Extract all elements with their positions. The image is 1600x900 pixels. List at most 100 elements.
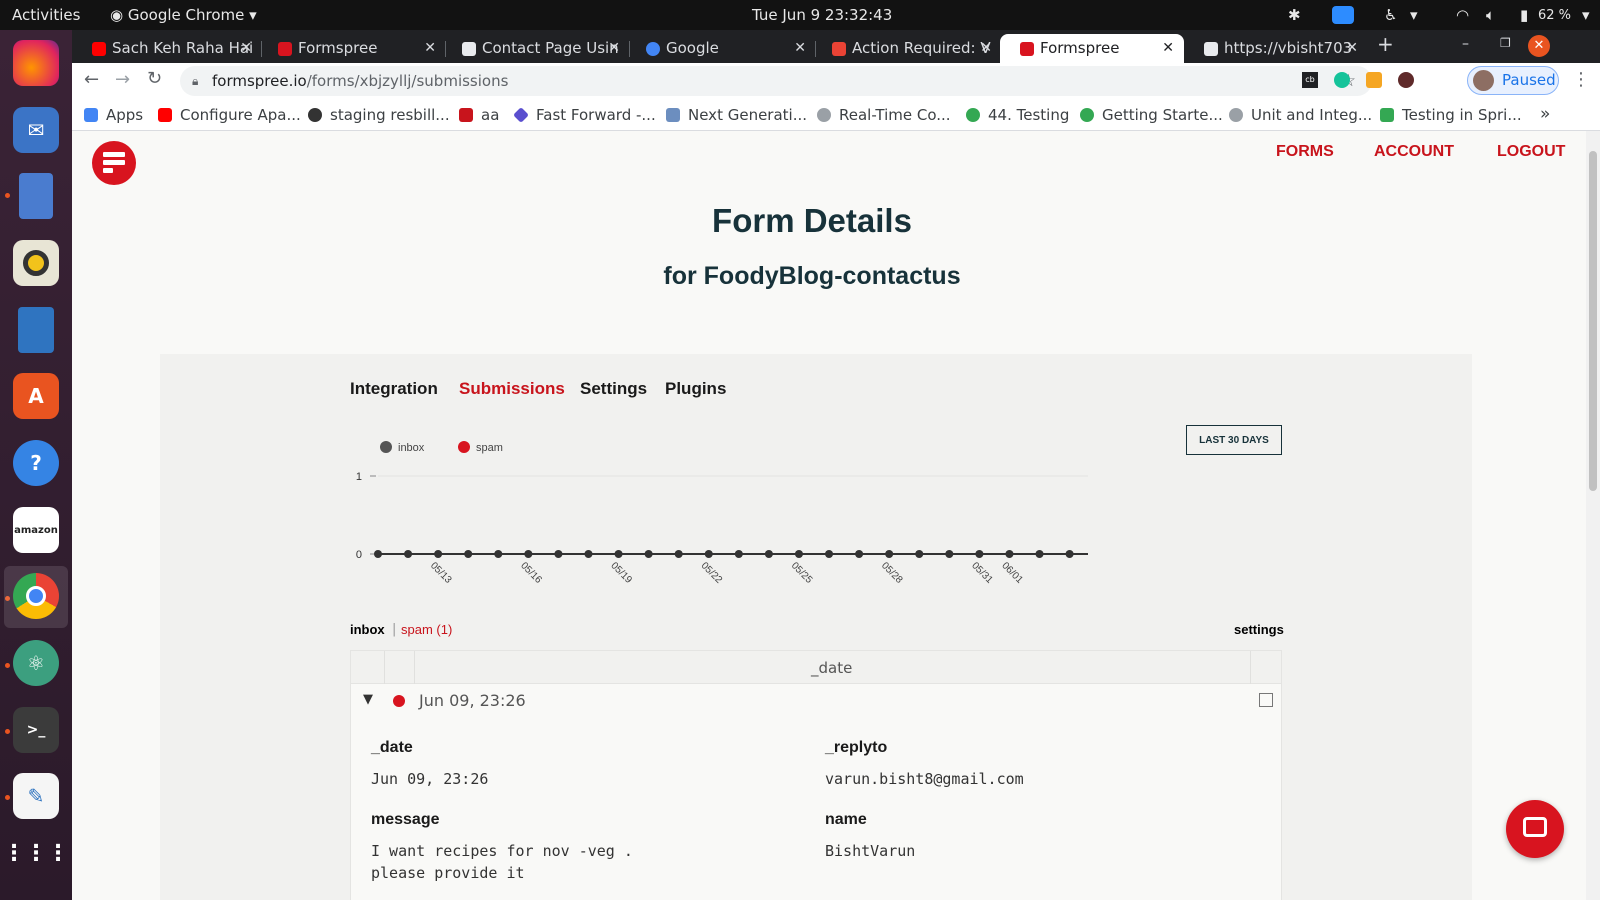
- terminal-icon[interactable]: >_: [13, 707, 59, 753]
- software-icon[interactable]: A: [13, 373, 59, 419]
- extension-icon[interactable]: cb: [1302, 72, 1318, 88]
- chevron-down-icon[interactable]: ▾: [1582, 6, 1590, 24]
- bookmark[interactable]: Fast Forward -...: [513, 106, 656, 124]
- spam-link[interactable]: spam (1): [401, 622, 452, 637]
- files-icon[interactable]: [19, 173, 53, 219]
- cube-icon: [459, 108, 473, 122]
- grammarly-icon[interactable]: [1334, 72, 1350, 88]
- page-subtitle: for FoodyBlog-contactus: [663, 262, 961, 290]
- forward-icon[interactable]: →: [115, 69, 130, 90]
- chrome-icon[interactable]: [13, 573, 59, 619]
- new-tab-button[interactable]: +: [1377, 32, 1394, 56]
- tab[interactable]: Google ✕: [626, 34, 816, 63]
- wifi-icon[interactable]: ◠: [1456, 6, 1469, 24]
- close-icon[interactable]: ✕: [608, 34, 620, 62]
- bookmark[interactable]: Configure Apa...: [158, 106, 301, 124]
- nav-logout[interactable]: LOGOUT: [1497, 143, 1565, 161]
- inbox-link[interactable]: inbox: [350, 622, 385, 637]
- battery-icon[interactable]: ▮: [1520, 6, 1528, 24]
- tab[interactable]: Contact Page Usin ✕: [442, 34, 630, 63]
- close-icon[interactable]: ✕: [1346, 34, 1358, 62]
- legend-label: spam: [476, 442, 503, 454]
- tab-plugins[interactable]: Plugins: [665, 379, 726, 399]
- back-icon[interactable]: ←: [84, 69, 99, 90]
- column-header-date[interactable]: _date: [811, 659, 852, 677]
- x-tick-label: 05/31: [969, 560, 995, 584]
- extension-icon[interactable]: [1398, 72, 1414, 88]
- close-icon[interactable]: ✕: [424, 34, 436, 62]
- data-point: [554, 550, 563, 558]
- address-bar[interactable]: 🔒︎ formspree.io/forms/xbjzyllj/submissio…: [180, 66, 1372, 96]
- submissions-table: _date ▼ Jun 09, 23:26 _date Jun 09, 23:2…: [350, 650, 1282, 900]
- close-icon[interactable]: ✕: [980, 34, 992, 62]
- bookmark[interactable]: staging resbill...: [308, 106, 450, 124]
- scrollbar-thumb[interactable]: [1589, 151, 1597, 491]
- page-scrollbar[interactable]: [1586, 131, 1600, 900]
- system-top-bar: Activities ◉ Google Chrome ▾ Tue Jun 9 2…: [0, 0, 1600, 30]
- close-icon[interactable]: ✕: [1162, 34, 1174, 62]
- minimize-button[interactable]: –: [1462, 36, 1469, 52]
- bookmark[interactable]: aa: [459, 106, 499, 124]
- data-point: [674, 550, 683, 558]
- menu-icon[interactable]: ⋮: [1572, 69, 1590, 90]
- field-value: BishtVarun: [825, 842, 916, 860]
- volume-icon[interactable]: 🔈︎: [1486, 6, 1495, 24]
- tab-integration[interactable]: Integration: [350, 379, 438, 399]
- profile-button[interactable]: Paused: [1467, 66, 1559, 95]
- firefox-icon[interactable]: [13, 40, 59, 86]
- help-icon[interactable]: ?: [13, 440, 59, 486]
- clock[interactable]: Tue Jun 9 23:32:43: [752, 6, 892, 24]
- formspree-logo[interactable]: [92, 141, 136, 185]
- chat-button[interactable]: [1506, 800, 1564, 858]
- formspree-icon: [278, 42, 292, 56]
- rhythmbox-icon[interactable]: [13, 240, 59, 286]
- activities-button[interactable]: Activities: [12, 6, 80, 24]
- restore-button[interactable]: ❐: [1500, 36, 1511, 50]
- more-bookmarks-icon[interactable]: »: [1540, 104, 1550, 124]
- tab[interactable]: Action Required: V ✕: [812, 34, 1002, 63]
- text-editor-icon[interactable]: ✎: [13, 773, 59, 819]
- bookmark[interactable]: 44. Testing: [966, 106, 1069, 124]
- battery-percent[interactable]: 62 %: [1538, 8, 1571, 23]
- app-menu[interactable]: ◉ Google Chrome ▾: [110, 6, 257, 24]
- tab[interactable]: Formspree ✕: [258, 34, 446, 63]
- bookmark[interactable]: Testing in Spri...: [1380, 106, 1522, 124]
- page-icon: [1204, 42, 1218, 56]
- writer-icon[interactable]: [18, 307, 54, 353]
- bookmark[interactable]: Next Generati...: [666, 106, 807, 124]
- settings-link[interactable]: settings: [1234, 622, 1284, 637]
- amazon-icon[interactable]: amazon: [13, 507, 59, 553]
- nav-forms[interactable]: FORMS: [1276, 143, 1334, 161]
- tab[interactable]: Sach Keh Raha Hai ✕: [72, 34, 262, 63]
- bookmark[interactable]: Unit and Integ...: [1229, 106, 1372, 124]
- date-range-button[interactable]: LAST 30 DAYS: [1186, 425, 1282, 455]
- extension-icon[interactable]: [1366, 72, 1382, 88]
- chat-icon: [1523, 817, 1547, 837]
- bookmark-apps[interactable]: Apps: [84, 106, 143, 124]
- tab-active[interactable]: Formspree ✕: [1000, 34, 1184, 63]
- show-applications-icon[interactable]: ⋮⋮⋮: [3, 830, 69, 876]
- accessibility-icon[interactable]: ♿︎: [1384, 6, 1397, 24]
- close-icon[interactable]: ✕: [240, 34, 252, 62]
- slack-icon[interactable]: ✱: [1288, 6, 1301, 24]
- diamond-icon: [513, 107, 529, 123]
- bookmark[interactable]: Real-Time Co...: [817, 106, 951, 124]
- row-checkbox[interactable]: [1259, 693, 1273, 707]
- chevron-down-icon[interactable]: ▾: [1410, 6, 1418, 24]
- data-point: [644, 550, 653, 558]
- check-icon: [1380, 108, 1394, 122]
- thunderbird-icon[interactable]: ✉: [13, 107, 59, 153]
- tab-settings[interactable]: Settings: [580, 379, 647, 399]
- bookmark[interactable]: Getting Starte...: [1080, 106, 1223, 124]
- table-row[interactable]: ▼ Jun 09, 23:26: [351, 684, 1281, 720]
- zoom-icon[interactable]: [1332, 6, 1354, 24]
- atom-icon[interactable]: ⚛: [13, 640, 59, 686]
- tab-submissions[interactable]: Submissions: [459, 379, 565, 399]
- close-window-button[interactable]: ✕: [1528, 35, 1550, 57]
- close-icon[interactable]: ✕: [794, 34, 806, 62]
- reload-icon[interactable]: ↻: [147, 68, 162, 89]
- collapse-icon[interactable]: ▼: [363, 692, 373, 707]
- submission-details: _date Jun 09, 23:26 _replyto varun.bisht…: [351, 721, 1281, 900]
- nav-account[interactable]: ACCOUNT: [1374, 143, 1454, 161]
- tab[interactable]: https://vbisht703 ✕: [1184, 34, 1368, 63]
